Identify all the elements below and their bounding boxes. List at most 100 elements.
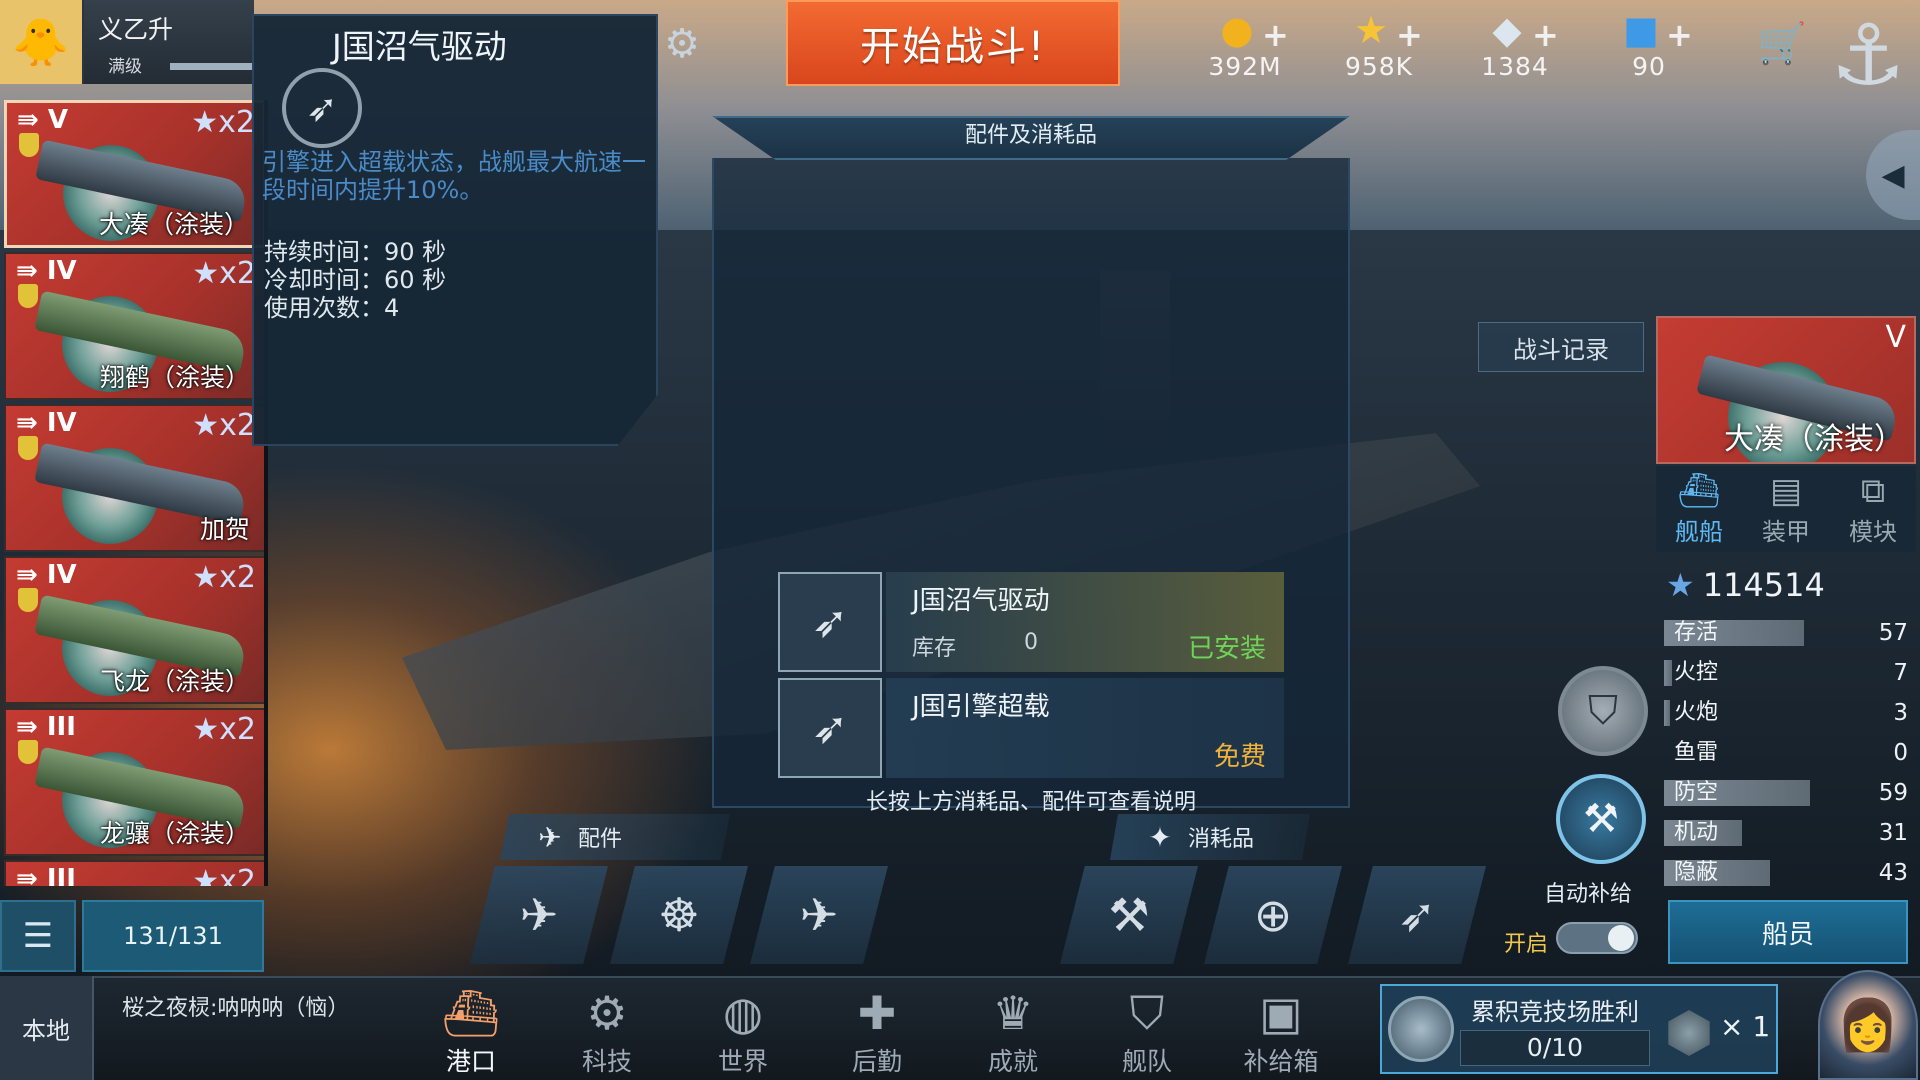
anchor-icon[interactable]: ⚓ — [1816, 0, 1920, 110]
stat-value: 59 — [1878, 780, 1908, 806]
resource-cube[interactable]: ■ + 90 — [1594, 6, 1704, 82]
medal-icon — [18, 284, 38, 308]
nav-achievements[interactable]: ♛ 成就 — [958, 984, 1068, 1080]
ship-count: 131/131 — [82, 900, 264, 972]
nav-logistics[interactable]: ✚ 后勤 — [822, 984, 932, 1080]
reward-hex-icon — [1668, 1010, 1710, 1056]
ship-card-partial[interactable]: ⇛ III ★x2 — [4, 860, 264, 886]
panel-hint: 长按上方消耗品、配件可查看说明 — [865, 790, 1196, 815]
fleet-shield-icon: ⛉ — [1129, 986, 1165, 1040]
ship-tier: ⇛ IV — [16, 560, 77, 590]
shield-icon: ⛉ — [1588, 688, 1618, 734]
consumable-name: J国沼气驱动 — [912, 586, 1050, 616]
ship-tier: V — [1885, 320, 1906, 355]
chat-channel-button[interactable]: 本地 — [0, 976, 94, 1080]
chat-message[interactable]: 桜之夜棂:呐呐呐（恼） — [122, 994, 392, 1024]
advisor-avatar[interactable]: 👩 — [1818, 970, 1918, 1080]
ship-card-ryujo[interactable]: ⇛ III ★x2 龙骧（涂装） — [4, 708, 264, 856]
stat-label: 机动 — [1674, 820, 1719, 845]
ship-tier: ⇛ III — [16, 712, 76, 742]
consumable-tooltip: J国沼气驱动 ➶ 引擎进入超载状态，战舰最大航速一段时间内提升10%。 持续时间… — [252, 14, 658, 446]
star-icon: ★ — [1666, 566, 1695, 604]
tab-armor[interactable]: ▤ 装甲 — [1743, 466, 1829, 552]
ship-card-taiho[interactable]: ⇛ V ★x2 大凑（涂装） — [4, 100, 264, 248]
trophy-icon: ♛ — [992, 986, 1034, 1040]
player-name: 义乙升 — [98, 15, 174, 44]
nav-label: 补给箱 — [1243, 1047, 1319, 1076]
stat-fire-control: 火控 7 — [1664, 658, 1912, 688]
list-menu-icon[interactable]: ☰ — [0, 900, 76, 972]
emblem-shield-button[interactable]: ⛉ — [1558, 666, 1648, 756]
medal-icon — [18, 740, 38, 764]
armor-icon: ▤ — [1769, 471, 1803, 511]
arena-icon — [1388, 996, 1454, 1062]
stat-mobility: 机动 31 — [1664, 818, 1912, 848]
start-battle-button[interactable]: 开始战斗! — [786, 0, 1120, 86]
player-avatar[interactable]: 🐥 — [0, 0, 84, 84]
nav-label: 后勤 — [851, 1047, 902, 1076]
tab-modules[interactable]: ⧉ 模块 — [1830, 466, 1916, 552]
ship-card-hiryu[interactable]: ⇛ IV ★x2 飞龙（涂装） — [4, 556, 264, 704]
tab-label: 消耗品 — [1188, 827, 1255, 852]
tab-ship[interactable]: ⛴ 舰船 — [1656, 466, 1742, 552]
ship-card-kaga[interactable]: ⇛ IV ★x2 加贺 — [4, 404, 264, 552]
tab-label: 模块 — [1849, 518, 1897, 546]
tab-consumables[interactable]: ✦ 消耗品 — [1110, 814, 1310, 860]
nav-label: 舰队 — [1121, 1047, 1172, 1076]
battle-log-button[interactable]: 战斗记录 — [1478, 322, 1644, 372]
globe-icon: ◍ — [722, 986, 764, 1040]
combat-power: ★ 114514 — [1666, 566, 1825, 604]
consumable-item-overload[interactable]: ➶ J国引擎超载 免费 — [778, 678, 1284, 778]
star-icon: ★ — [1353, 8, 1389, 52]
stat-anti-air: 防空 59 — [1664, 778, 1912, 808]
arena-wins-quest[interactable]: 累积竞技场胜利 0/10 × 1 — [1380, 984, 1778, 1074]
chevron-left-icon[interactable]: ◀ — [1866, 130, 1920, 220]
consumable-name: J国引擎超载 — [912, 692, 1050, 722]
wheel-icon: ☸ — [658, 888, 700, 942]
resource-diamond[interactable]: ◆ + 1384 — [1460, 6, 1570, 82]
nav-fleet[interactable]: ⛉ 舰队 — [1092, 984, 1202, 1080]
nav-tech[interactable]: ⚙ 科技 — [552, 984, 662, 1080]
ship-icon: ⛴ — [1677, 471, 1721, 511]
engine-boost-icon: ➶ — [282, 68, 362, 148]
gear-icon[interactable]: ⚙ — [660, 21, 704, 67]
nav-supply-box[interactable]: ▣ 补给箱 — [1226, 984, 1336, 1080]
arena-title: 累积竞技场胜利 — [1471, 998, 1639, 1026]
ship-stars: ★x2 — [192, 712, 256, 747]
tab-parts[interactable]: ✈ 配件 — [500, 814, 730, 860]
engine-boost-icon: ➶ — [778, 572, 882, 672]
auto-supply-state: 开启 — [1504, 932, 1549, 957]
tab-label: 装甲 — [1762, 518, 1810, 546]
resource-gold[interactable]: ● + 392M — [1190, 6, 1300, 82]
ship-card-shokaku[interactable]: ⇛ IV ★x2 翔鹤（涂装） — [4, 252, 264, 400]
medal-icon — [18, 588, 38, 612]
stat-label: 火炮 — [1674, 700, 1719, 725]
stat-value: 43 — [1878, 860, 1908, 886]
reward-multiplier: × 1 — [1720, 1010, 1771, 1043]
consumable-body: J国引擎超载 免费 — [886, 678, 1284, 778]
arena-progress: 0/10 — [1460, 1030, 1650, 1066]
resource-star[interactable]: ★ + 958K — [1324, 6, 1434, 82]
tech-icon: ⚙ — [586, 986, 628, 1040]
tooltip-stats: 持续时间：90 秒 冷却时间：60 秒 使用次数：4 — [264, 238, 446, 322]
resource-value: 90 — [1632, 52, 1666, 81]
shop-cart-icon[interactable]: 🛒 — [1752, 20, 1812, 70]
player-info[interactable]: 义乙升 满级 — [84, 0, 260, 84]
auto-supply-toggle[interactable] — [1556, 922, 1638, 954]
aircraft-upgrade-icon: ✈ — [519, 888, 559, 942]
medkit-icon: ✚ — [857, 986, 897, 1040]
ship-stars: ★x2 — [191, 105, 255, 140]
nav-harbor[interactable]: ⛴ 港口 — [416, 984, 526, 1080]
upgrade-tools-button[interactable]: ⚒ — [1556, 774, 1646, 864]
toggle-knob — [1608, 925, 1634, 951]
ship-name: 翔鹤（涂装） — [99, 363, 250, 392]
nav-label: 世界 — [717, 1047, 768, 1076]
ship-tier: ⇛ IV — [16, 256, 77, 286]
plus-icon: + — [1532, 16, 1559, 54]
nav-label: 成就 — [987, 1047, 1038, 1076]
tooltip-duration: 持续时间：90 秒 — [264, 238, 447, 266]
aircraft-shield-icon: ✈ — [799, 888, 839, 942]
nav-world[interactable]: ◍ 世界 — [688, 984, 798, 1080]
crew-button[interactable]: 船员 — [1668, 900, 1908, 964]
consumable-item-biogas[interactable]: ➶ J国沼气驱动 库存 0 已安装 — [778, 572, 1284, 672]
